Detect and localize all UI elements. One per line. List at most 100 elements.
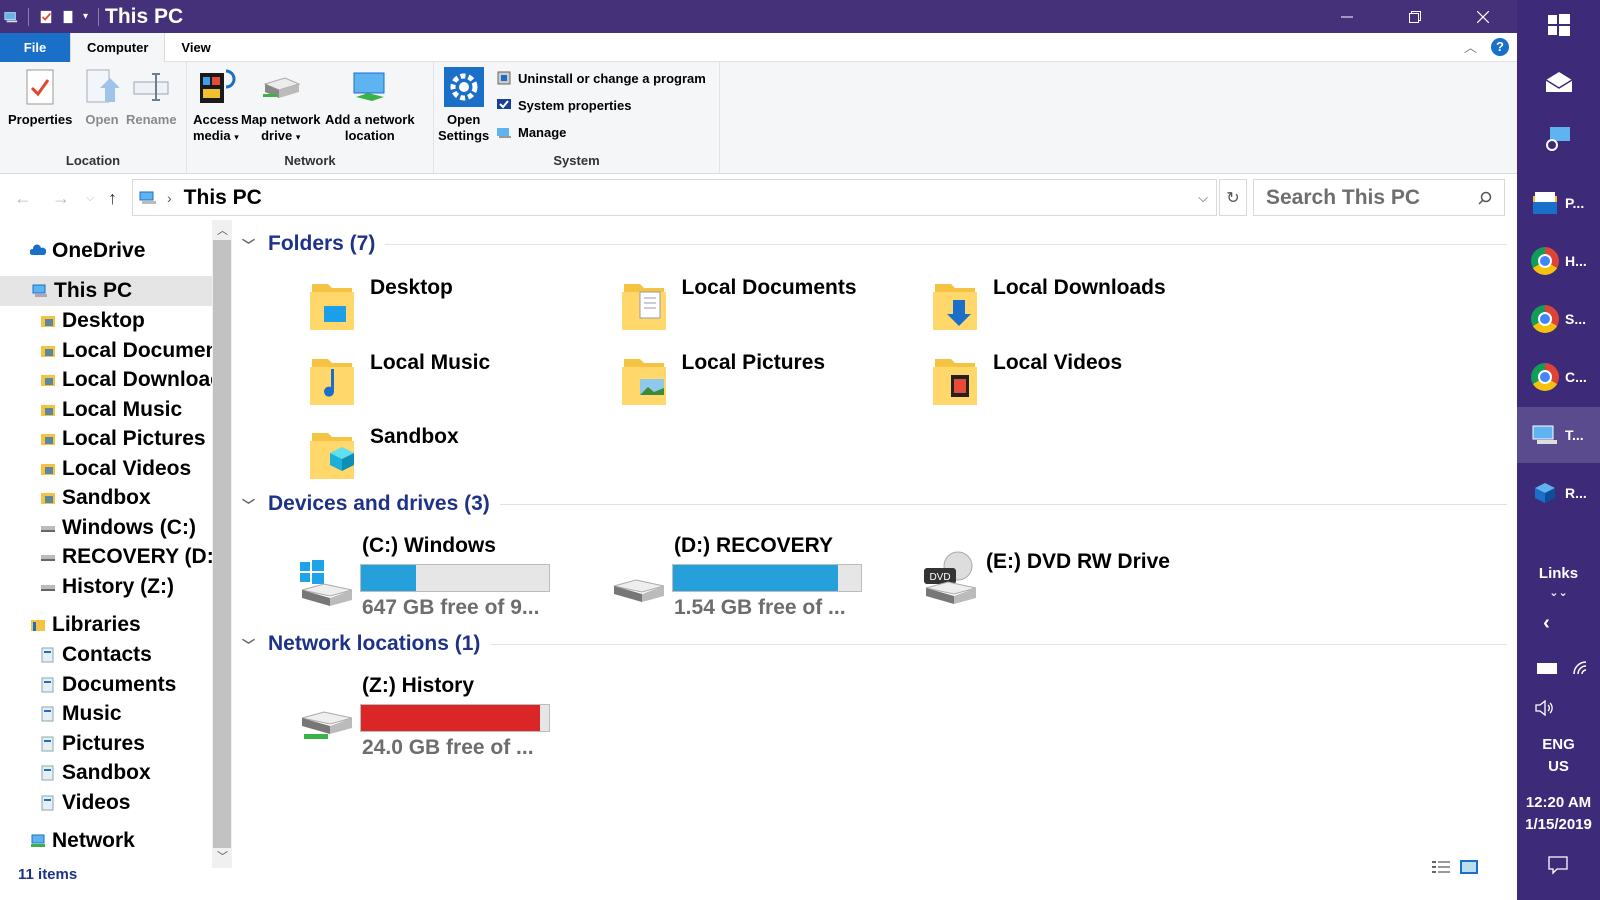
- folder-tile[interactable]: Desktop: [308, 276, 453, 338]
- tab-view[interactable]: View: [165, 33, 226, 62]
- taskbar-app[interactable]: H...: [1517, 233, 1600, 289]
- show-hidden-icons[interactable]: ‹: [1505, 612, 1588, 635]
- properties-button[interactable]: Properties: [8, 66, 72, 128]
- wifi-icon[interactable]: [1572, 660, 1590, 676]
- language-indicator[interactable]: ENG US: [1517, 734, 1600, 778]
- properties-check-icon[interactable]: [39, 9, 53, 25]
- new-folder-icon[interactable]: [61, 9, 75, 25]
- folder-name: Local Videos: [993, 350, 1123, 374]
- clock[interactable]: 12:20 AM 1/15/2019: [1517, 792, 1600, 836]
- folder-tile[interactable]: Sandbox: [308, 425, 459, 487]
- folder-tile[interactable]: Local Music: [308, 351, 490, 413]
- nav-library-item[interactable]: Documents: [40, 670, 176, 700]
- collapse-ribbon-icon[interactable]: ︿: [1464, 37, 1477, 56]
- rename-button[interactable]: Rename: [126, 66, 177, 128]
- taskbar-app[interactable]: C...: [1517, 349, 1600, 405]
- nav-library-item[interactable]: Pictures: [40, 729, 145, 759]
- scrollbar-thumb[interactable]: [213, 240, 231, 848]
- folder-tile[interactable]: Local Downloads: [931, 276, 1166, 338]
- section-header-drives[interactable]: ﹀ Devices and drives (3): [242, 492, 1507, 516]
- address-bar[interactable]: › This PC ⌵: [132, 179, 1217, 216]
- refresh-button[interactable]: ↻: [1219, 179, 1247, 216]
- content-pane[interactable]: ﹀ Folders (7) Desktop Local Documents Loca…: [234, 220, 1517, 868]
- scroll-up-icon[interactable]: ︿: [217, 222, 228, 238]
- mail-button[interactable]: [1517, 66, 1600, 98]
- nav-pc-item[interactable]: Sandbox: [40, 483, 151, 513]
- nav-library-item[interactable]: Sandbox: [40, 758, 151, 788]
- nav-pc-item[interactable]: Desktop: [40, 306, 145, 336]
- drive-tile[interactable]: (D:) RECOVERY 1.54 GB free of ...: [610, 534, 910, 624]
- tab-file[interactable]: File: [0, 32, 70, 62]
- nav-pc-item[interactable]: Local Pictures: [40, 424, 206, 454]
- back-arrow-icon[interactable]: ←: [14, 188, 32, 209]
- open-settings-button[interactable]: Open Settings: [438, 66, 489, 144]
- nav-libraries[interactable]: Libraries: [30, 610, 141, 640]
- nav-pc-item[interactable]: Local Videos: [40, 454, 191, 484]
- drive-tile[interactable]: DVD (E:) DVD RW Drive: [922, 550, 1222, 640]
- nav-library-item[interactable]: Videos: [40, 788, 130, 818]
- links-chevron-icon[interactable]: ⌄⌄: [1517, 586, 1600, 599]
- nav-pc-item[interactable]: History (Z:): [40, 572, 174, 602]
- chevron-down-icon[interactable]: ﹀: [242, 495, 258, 514]
- drive-tile[interactable]: (C:) Windows 647 GB free of 9...: [298, 534, 598, 624]
- nav-this-pc[interactable]: This PC: [0, 276, 212, 306]
- breadcrumb[interactable]: This PC: [184, 186, 262, 210]
- chevron-down-icon[interactable]: ﹀: [242, 235, 258, 254]
- section-header-network[interactable]: ﹀ Network locations (1): [242, 632, 1507, 656]
- address-history-chevron-icon[interactable]: ⌵: [1198, 190, 1208, 206]
- nav-scrollbar[interactable]: ︿ ﹀: [212, 220, 232, 868]
- close-button[interactable]: [1449, 0, 1517, 33]
- help-icon[interactable]: ?: [1491, 37, 1509, 56]
- nav-network[interactable]: Network: [30, 826, 135, 856]
- network-group-label: Network: [284, 153, 336, 168]
- nav-pc-item[interactable]: Local Documents: [40, 336, 232, 366]
- tab-computer[interactable]: Computer: [70, 32, 166, 63]
- battery-icon[interactable]: [1537, 663, 1557, 674]
- divider: [490, 643, 1507, 645]
- breadcrumb-chevron-icon[interactable]: ›: [167, 190, 172, 206]
- taskbar-app[interactable]: P...: [1517, 175, 1600, 231]
- folder-tile[interactable]: Local Videos: [931, 350, 1123, 413]
- folder-tile[interactable]: Local Documents: [620, 276, 857, 338]
- scroll-down-icon[interactable]: ﹀: [217, 848, 228, 864]
- chevron-down-icon[interactable]: ﹀: [242, 635, 258, 654]
- recent-locations-chevron-icon[interactable]: ⌵: [86, 192, 94, 205]
- links-toolbar[interactable]: Links: [1517, 565, 1600, 582]
- search-taskbar-button[interactable]: [1517, 122, 1600, 154]
- volume-icon[interactable]: [1535, 700, 1555, 716]
- rename-icon: [133, 73, 169, 101]
- taskbar-app[interactable]: R...: [1517, 465, 1600, 521]
- start-button[interactable]: [1517, 10, 1600, 40]
- action-center-icon[interactable]: [1548, 855, 1568, 875]
- drive-free-space: 1.54 GB free of ...: [674, 596, 846, 619]
- taskbar-app[interactable]: S...: [1517, 291, 1600, 347]
- up-arrow-icon[interactable]: ↑: [108, 188, 117, 209]
- minimize-button[interactable]: [1313, 0, 1381, 33]
- restore-button[interactable]: [1381, 0, 1449, 33]
- nav-onedrive[interactable]: OneDrive: [30, 236, 145, 266]
- nav-library-item[interactable]: Music: [40, 699, 122, 729]
- add-network-location-button[interactable]: Add a network location: [325, 66, 415, 144]
- system-properties-button[interactable]: System properties: [496, 97, 631, 113]
- network-drive-tile[interactable]: (Z:) History 24.0 GB free of ...: [298, 674, 598, 764]
- forward-arrow-icon[interactable]: →: [52, 188, 70, 209]
- section-header-folders[interactable]: ﹀ Folders (7): [242, 232, 1507, 256]
- nav-pc-item[interactable]: Local Downloads: [40, 365, 232, 395]
- nav-pc-item[interactable]: Windows (C:): [40, 513, 196, 543]
- nav-pc-item[interactable]: Local Music: [40, 395, 182, 425]
- manage-button[interactable]: Manage: [496, 124, 566, 140]
- taskbar-app[interactable]: T...: [1517, 407, 1600, 463]
- navigation-pane[interactable]: OneDrive This PC Desktop Local Documents L…: [0, 220, 232, 868]
- map-network-drive-button[interactable]: Map network drive ▾: [241, 66, 320, 145]
- open-button[interactable]: Open: [82, 66, 122, 128]
- search-input[interactable]: Search This PC: [1253, 179, 1505, 216]
- customize-quick-access-icon[interactable]: ▾: [83, 11, 88, 22]
- nav-pc-item[interactable]: RECOVERY (D:): [40, 542, 221, 572]
- folder-tile[interactable]: Local Pictures: [620, 351, 825, 413]
- nav-library-item[interactable]: Contacts: [40, 640, 152, 670]
- uninstall-program-button[interactable]: Uninstall or change a program: [496, 70, 706, 86]
- this-pc-icon[interactable]: [4, 9, 18, 25]
- details-view-icon[interactable]: [1432, 860, 1450, 874]
- large-icons-view-icon[interactable]: [1460, 860, 1478, 874]
- access-media-button[interactable]: Access media ▾: [193, 66, 239, 145]
